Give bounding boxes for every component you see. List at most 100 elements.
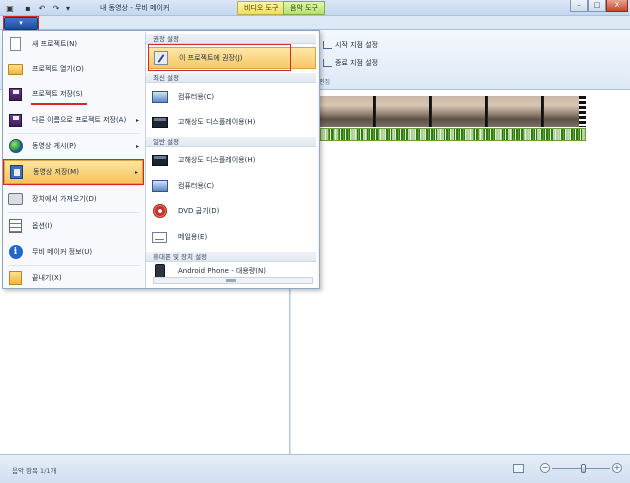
maximize-button[interactable]: □ [588, 0, 606, 12]
section-recommended: 권장 설정 [146, 34, 316, 44]
menu-label: 다른 이름으로 프로젝트 저장(A) [32, 116, 127, 124]
music-track[interactable] [320, 128, 586, 141]
window-title: 내 동영상 - 무비 메이커 [100, 4, 170, 12]
zoom-in-button[interactable]: + [612, 463, 622, 473]
title-bar: ▣ ▪ ↶ ↷ ▾ 내 동영상 - 무비 메이커 비디오 도구 음악 도구 – … [0, 0, 630, 16]
section-mobile: 휴대폰 및 장치 설정 [146, 252, 316, 262]
submenu-arrow-icon: ▸ [134, 168, 138, 176]
menu-separator [8, 185, 140, 186]
customize-quick-access-icon[interactable]: ▾ [62, 2, 74, 14]
section-common: 일반 설정 [146, 137, 316, 147]
ribbon-group-edit-label: 편집 [319, 79, 331, 86]
menu-item-save-movie[interactable]: 동영상 저장(M) ▸ [3, 159, 144, 185]
computer-icon [151, 180, 168, 192]
zoom-control[interactable]: − + [540, 463, 624, 474]
exit-icon [9, 271, 22, 285]
close-button[interactable]: X [606, 0, 628, 12]
app-icon[interactable]: ▣ [4, 2, 16, 14]
submenu-item-common-hd[interactable]: 고해상도 디스플레이용(H) [148, 149, 316, 171]
submenu-label: 컴퓨터용(C) [178, 182, 215, 190]
menu-item-import-from-device[interactable]: 장치에서 가져오기(D) [4, 187, 143, 211]
menu-label: 프로젝트 저장(S) [32, 90, 83, 98]
menu-label: 무비 메이커 정보(U) [32, 248, 93, 256]
open-folder-icon [8, 63, 23, 75]
computer-icon [151, 91, 168, 103]
menu-label: 새 프로젝트(N) [32, 40, 78, 48]
submenu-item-recent-hd[interactable]: 고해상도 디스플레이용(H) [148, 111, 316, 133]
recommended-settings-icon [153, 51, 168, 65]
set-end-label: 종료 지점 설정 [335, 59, 379, 67]
undo-icon[interactable]: ↶ [36, 2, 48, 14]
file-menu-glyph: ▾ [19, 19, 23, 27]
submenu-label: Android Phone - 대용량(N) [178, 266, 266, 275]
submenu-label: DVD 굽기(D) [178, 207, 220, 215]
minimize-button[interactable]: – [570, 0, 588, 12]
file-menu-button[interactable]: ▾ [4, 17, 38, 30]
menu-item-about[interactable]: i 무비 메이커 정보(U) [4, 240, 143, 264]
menu-label: 동영상 저장(M) [33, 168, 79, 176]
set-start-label: 시작 지점 설정 [335, 41, 379, 49]
options-icon [9, 219, 22, 233]
menu-item-options[interactable]: 옵션(I) [4, 214, 143, 238]
publish-globe-icon [8, 139, 23, 153]
submenu-item-android[interactable]: Android Phone - 대용량(N) [148, 264, 316, 277]
storyboard-pane[interactable] [291, 90, 630, 454]
tab-music-tools[interactable]: 음악 도구 [283, 1, 325, 15]
clip-frame [488, 96, 543, 127]
save-quick-icon[interactable]: ▪ [22, 2, 34, 14]
submenu-item-burn-dvd[interactable]: DVD 굽기(D) [148, 200, 316, 222]
submenu-label: 고해상도 디스플레이용(H) [178, 156, 256, 164]
film-sprocket [579, 96, 586, 127]
tab-video-tools[interactable]: 비디오 도구 [237, 1, 286, 15]
status-bar [0, 454, 630, 483]
save-as-icon [9, 113, 22, 127]
dvd-icon [152, 204, 167, 218]
ribbon-tab-row [0, 16, 630, 30]
video-clip[interactable] [320, 96, 586, 127]
set-end-icon [323, 59, 332, 67]
set-end-point-button[interactable]: 종료 지점 설정 [323, 58, 378, 68]
submenu-label: 이 프로젝트에 권장(J) [179, 54, 243, 62]
status-text: 음악 항목 1/1개 [12, 467, 57, 475]
submenu-arrow-icon: ▸ [135, 116, 139, 124]
menu-item-save-project-as[interactable]: 다른 이름으로 프로젝트 저장(A) ▸ [4, 108, 143, 132]
menu-label: 동영상 게시(P) [32, 142, 77, 150]
storyboard-view-icon[interactable] [513, 464, 524, 473]
email-icon [152, 231, 167, 243]
redo-icon[interactable]: ↷ [50, 2, 62, 14]
submenu-item-common-computer[interactable]: 컴퓨터용(C) [148, 175, 316, 197]
menu-item-open-project[interactable]: 프로젝트 열기(O) [4, 57, 143, 81]
menu-item-publish-movie[interactable]: 동영상 게시(P) ▸ [4, 134, 143, 158]
submenu-arrow-icon: ▸ [135, 142, 139, 150]
scrollbar-thumb[interactable] [226, 279, 236, 282]
zoom-out-button[interactable]: − [540, 463, 550, 473]
submenu-item-recommended[interactable]: 이 프로젝트에 권장(J) [148, 47, 316, 69]
menu-label: 옵션(I) [32, 222, 53, 230]
submenu-item-recent-computer[interactable]: 컴퓨터용(C) [148, 86, 316, 108]
clip-frame [320, 96, 375, 127]
new-document-icon [10, 37, 21, 51]
menu-label: 끝내기(X) [32, 274, 62, 282]
set-start-point-button[interactable]: 시작 지점 설정 [323, 40, 378, 50]
info-icon: i [8, 245, 23, 259]
submenu-scrollbar[interactable] [153, 277, 313, 284]
save-disk-icon [9, 87, 22, 101]
submenu-label: 고해상도 디스플레이용(H) [178, 118, 256, 126]
submenu-label: 메일용(E) [178, 233, 208, 241]
zoom-slider-thumb[interactable] [580, 464, 586, 473]
menu-label: 장치에서 가져오기(D) [32, 195, 97, 203]
menu-item-exit[interactable]: 끝내기(X) [4, 266, 143, 290]
clip-frame [432, 96, 487, 127]
import-device-icon [8, 193, 23, 205]
submenu-item-email[interactable]: 메일용(E) [148, 226, 316, 248]
hd-display-icon [151, 154, 168, 166]
set-start-icon [323, 41, 332, 49]
section-recent: 최신 설정 [146, 73, 316, 83]
save-project-underline [31, 103, 87, 105]
phone-icon [154, 264, 165, 277]
hd-display-icon [151, 116, 168, 128]
clip-frame [376, 96, 431, 127]
save-movie-icon [10, 165, 23, 179]
menu-item-new-project[interactable]: 새 프로젝트(N) [4, 32, 143, 56]
submenu-label: 컴퓨터용(C) [178, 93, 215, 101]
